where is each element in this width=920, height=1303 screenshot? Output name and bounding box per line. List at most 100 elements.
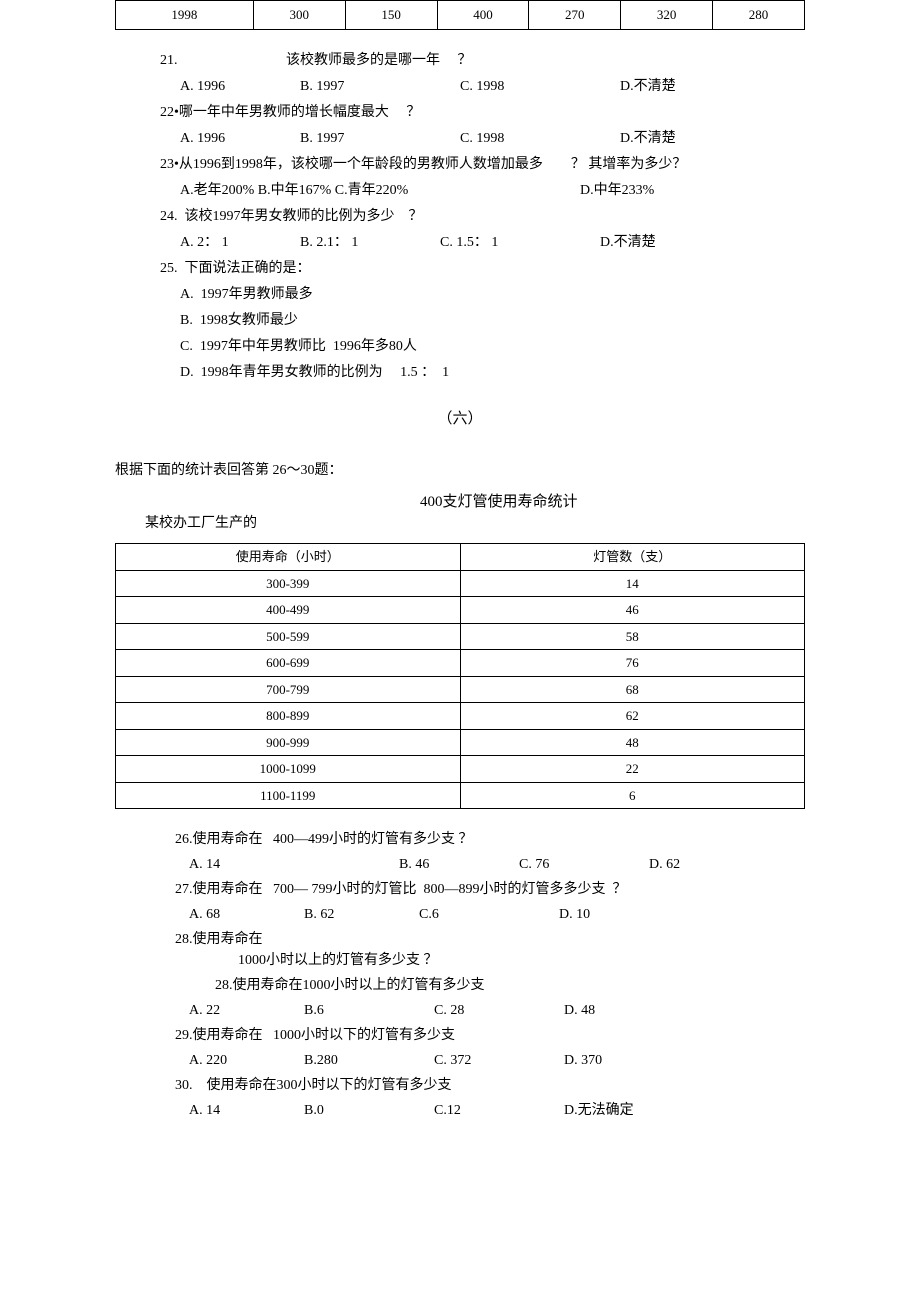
q25-line: 25. 下面说法正确的是： — [160, 258, 805, 279]
q21-opt-c: C. 1998 — [460, 76, 620, 97]
q21-opt-a: A. 1996 — [180, 76, 300, 97]
section-six-marker: （六） — [115, 408, 805, 431]
q23-line: 23•从1996到1998年，该校哪一个年龄段的男教师人数增加最多 ？ 其增率为… — [160, 154, 805, 175]
q22-opt-b: B. 1997 — [300, 128, 460, 149]
q21-qmark: ？ — [458, 53, 472, 68]
life-range: 300-399 — [116, 570, 461, 597]
lamp-count: 6 — [460, 782, 805, 809]
cell-val4: 270 — [529, 1, 621, 30]
table-row: 300-39914 — [116, 570, 805, 597]
table-row: 1100-11996 — [116, 782, 805, 809]
q24-opt-a: A. 2： 1 — [180, 232, 300, 253]
q22-opt-d: D.不清楚 — [620, 128, 740, 149]
q29-options: A. 220B.280C. 372D. 370 — [175, 1050, 805, 1071]
table-row: 900-99948 — [116, 729, 805, 756]
q24-options: A. 2： 1 B. 2.1： 1 C. 1.5： 1 D.不清楚 — [180, 232, 805, 253]
q25-opt-d: D. 1998年青年男女教师的比例为 1.5 ： 1 — [180, 362, 805, 383]
q28-pre: 28.使用寿命在 — [175, 932, 263, 947]
q26-opt-a: A. 14 — [189, 854, 399, 875]
question-group-2: 26.使用寿命在 400—499小时的灯管有多少支 ？ A. 14B. 46C.… — [175, 829, 805, 1121]
q22-opt-c: C. 1998 — [460, 128, 620, 149]
q24-opt-b: B. 2.1： 1 — [300, 232, 440, 253]
q23-opt-abc: A.老年200% B.中年167% C.青年220% — [180, 180, 580, 201]
q28-opt-d: D. 48 — [564, 1003, 595, 1018]
q28-mid: 1000小时以上的灯管有多少支 ？ — [238, 953, 438, 968]
q21-text: 该校教师最多的是哪一年 — [286, 53, 440, 68]
q27-opt-c: C.6 — [419, 904, 559, 925]
life-range: 900-999 — [116, 729, 461, 756]
q21-line: 21. 该校教师最多的是哪一年 ？ — [160, 50, 805, 71]
life-range: 1000-1099 — [116, 756, 461, 783]
cell-val2: 150 — [345, 1, 437, 30]
q22-text: 22•哪一年中年男教师的增长幅度最大 — [160, 105, 389, 120]
lamp-count: 46 — [460, 597, 805, 624]
top-data-row-table: 1998 300 150 400 270 320 280 — [115, 0, 805, 30]
q23-opt-d: D.中年233% — [580, 180, 700, 201]
life-range: 800-899 — [116, 703, 461, 730]
q27-pre: 27.使用寿命在 — [175, 882, 263, 897]
q29-pre: 29.使用寿命在 — [175, 1028, 263, 1043]
header-count: 灯管数（支） — [460, 544, 805, 571]
q28-opt-b: B.6 — [304, 1000, 434, 1021]
q26-options: A. 14B. 46C. 76D. 62 — [175, 854, 805, 875]
life-range: 600-699 — [116, 650, 461, 677]
q21-num: 21. — [160, 53, 178, 68]
q29-mid: 1000小时以下的灯管有多少支 — [273, 1028, 455, 1043]
cell-val1: 300 — [253, 1, 345, 30]
q22-options: A. 1996 B. 1997 C. 1998 D.不清楚 — [180, 128, 805, 149]
table-row: 400-49946 — [116, 597, 805, 624]
q22-line: 22•哪一年中年男教师的增长幅度最大 ？ — [160, 102, 805, 123]
cell-year: 1998 — [116, 1, 254, 30]
q21-options: A. 1996 B. 1997 C. 1998 D.不清楚 — [180, 76, 805, 97]
q30-opt-d: D.无法确定 — [564, 1103, 634, 1118]
q30-opt-c: C.12 — [434, 1100, 564, 1121]
lamp-count: 62 — [460, 703, 805, 730]
q24-opt-c: C. 1.5： 1 — [440, 232, 600, 253]
lamp-count: 76 — [460, 650, 805, 677]
table-header-row: 使用寿命（小时） 灯管数（支） — [116, 544, 805, 571]
lamp-count: 22 — [460, 756, 805, 783]
q27-opt-b: B. 62 — [304, 904, 419, 925]
q26-opt-d: D. 62 — [649, 857, 680, 872]
q23-text: 23•从1996到1998年，该校哪一个年龄段的男教师人数增加最多 — [160, 157, 543, 172]
q22-opt-a: A. 1996 — [180, 128, 300, 149]
q22-qmark: ？ — [406, 105, 420, 120]
lamp-count: 48 — [460, 729, 805, 756]
q27-opt-d: D. 10 — [559, 907, 590, 922]
q28-options: A. 22B.6C. 28D. 48 — [175, 1000, 805, 1021]
q27-opt-a: A. 68 — [189, 904, 304, 925]
lamp-count: 68 — [460, 676, 805, 703]
table-row: 800-89962 — [116, 703, 805, 730]
q28-opt-a: A. 22 — [189, 1000, 304, 1021]
q26-mid: 400—499小时的灯管有多少支 ？ — [273, 832, 473, 847]
q23-options: A.老年200% B.中年167% C.青年220% D.中年233% — [180, 180, 805, 201]
table2-title-left: 某校办工厂生产的 — [145, 513, 257, 534]
lamp-count: 14 — [460, 570, 805, 597]
lamp-count: 58 — [460, 623, 805, 650]
table2-title: 400支灯管使用寿命统计 某校办工厂生产的 — [115, 491, 805, 541]
table-row: 1998 300 150 400 270 320 280 — [116, 1, 805, 30]
q29-opt-c: C. 372 — [434, 1050, 564, 1071]
q25-opt-a: A. 1997年男教师最多 — [180, 284, 805, 305]
lamp-life-table: 使用寿命（小时） 灯管数（支） 300-39914 400-49946 500-… — [115, 543, 805, 809]
q29-opt-d: D. 370 — [564, 1053, 602, 1068]
q29-opt-b: B.280 — [304, 1050, 434, 1071]
life-range: 400-499 — [116, 597, 461, 624]
q25-opt-c: C. 1997年中年男教师比 1996年多80人 — [180, 336, 805, 357]
q30-options: A. 14B.0C.12D.无法确定 — [175, 1100, 805, 1121]
q21-opt-b: B. 1997 — [300, 76, 460, 97]
q28-sub: 28.使用寿命在1000小时以上的灯管有多少支 — [215, 975, 805, 996]
q23-qmark: ？ — [571, 157, 585, 172]
header-life: 使用寿命（小时） — [116, 544, 461, 571]
table-row: 600-69976 — [116, 650, 805, 677]
table-row: 1000-109922 — [116, 756, 805, 783]
q30-opt-a: A. 14 — [189, 1100, 304, 1121]
cell-val3: 400 — [437, 1, 529, 30]
life-range: 500-599 — [116, 623, 461, 650]
q24-line: 24. 该校1997年男女教师的比例为多少 ？ — [160, 206, 805, 227]
q28-line: 28.使用寿命在 1000小时以上的灯管有多少支 ？ — [175, 929, 805, 971]
table-row: 700-79968 — [116, 676, 805, 703]
q27-line: 27.使用寿命在 700— 799小时的灯管比 800—899小时的灯管多多少支… — [175, 879, 805, 900]
life-range: 700-799 — [116, 676, 461, 703]
q30-line: 30. 使用寿命在300小时以下的灯管有多少支 — [175, 1075, 805, 1096]
